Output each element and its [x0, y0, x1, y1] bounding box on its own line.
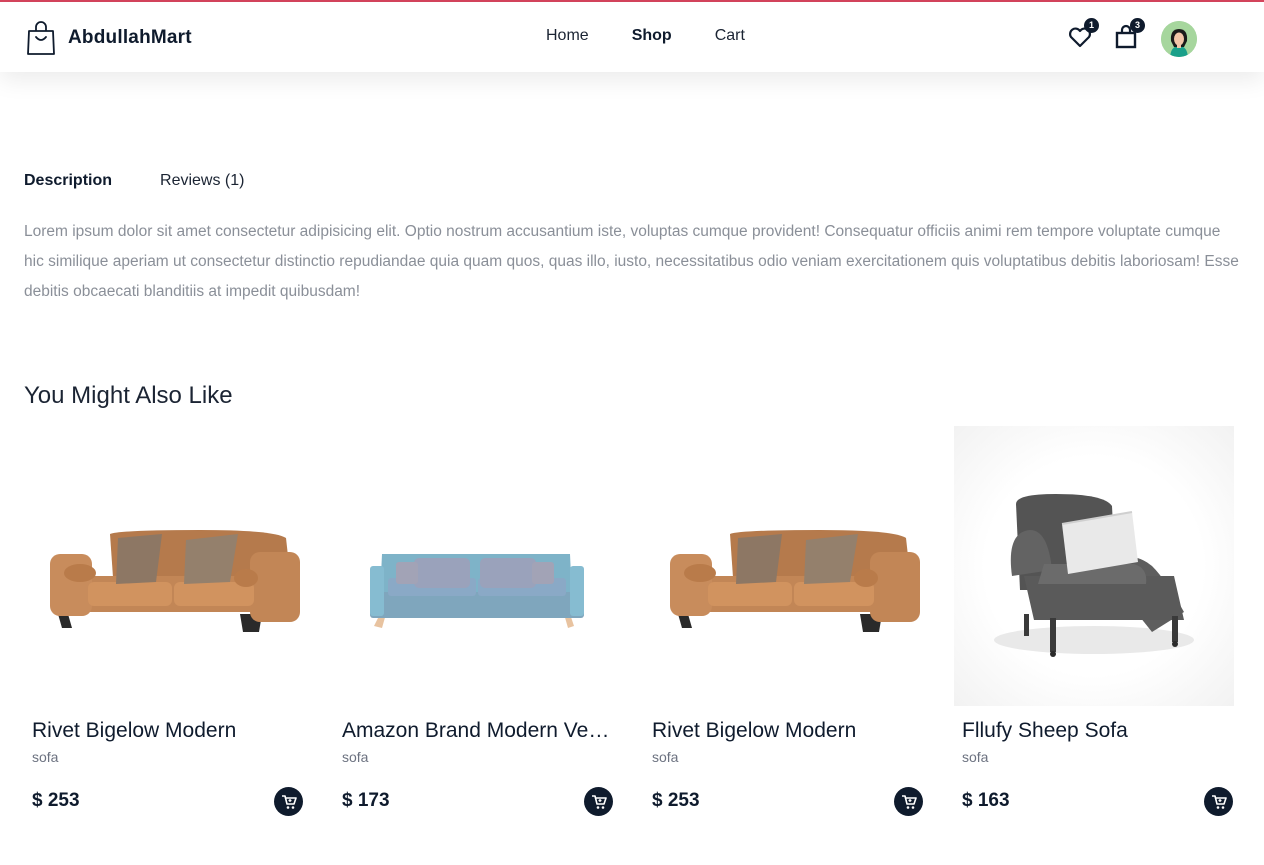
cart-plus-icon: [901, 794, 917, 809]
brown-leather-sofa-image: [50, 530, 300, 632]
brand-name: AbdullahMart: [68, 27, 192, 48]
product-card: Rivet Bigelow Modern sofa $ 253: [644, 426, 934, 836]
product-image[interactable]: [24, 426, 304, 706]
cart-plus-icon: [591, 794, 607, 809]
product-name[interactable]: Rivet Bigelow Modern: [32, 719, 302, 743]
product-card: Rivet Bigelow Modern sofa $ 253: [24, 426, 314, 836]
product-image[interactable]: [954, 426, 1234, 706]
product-price: $ 173: [342, 790, 390, 811]
blue-fabric-sofa-image: [370, 554, 584, 628]
product-tabs: Description Reviews (1): [24, 172, 292, 190]
product-card: Fllufy Sheep Sofa sofa $ 163: [954, 426, 1244, 836]
product-name[interactable]: Fllufy Sheep Sofa: [962, 719, 1232, 743]
product-category: sofa: [342, 749, 369, 765]
product-category: sofa: [652, 749, 679, 765]
cart-plus-icon: [281, 794, 297, 809]
product-card: Amazon Brand Modern Velvet Sofa sofa $ 1…: [334, 426, 624, 836]
cart-button[interactable]: 3: [1113, 18, 1145, 50]
tab-reviews[interactable]: Reviews (1): [160, 172, 244, 190]
add-to-cart-button[interactable]: [584, 787, 613, 816]
brand[interactable]: AbdullahMart: [26, 20, 192, 56]
product-price: $ 253: [652, 790, 700, 811]
wishlist-count-badge: 1: [1084, 18, 1099, 33]
site-header: AbdullahMart Home Shop Cart 1 3: [0, 2, 1264, 72]
wishlist-button[interactable]: 1: [1067, 18, 1099, 50]
tab-description[interactable]: Description: [24, 172, 112, 190]
product-image[interactable]: [644, 426, 924, 706]
product-category: sofa: [962, 749, 989, 765]
product-category: sofa: [32, 749, 59, 765]
cart-count-badge: 3: [1130, 18, 1145, 33]
nav-home[interactable]: Home: [546, 27, 589, 45]
nav-cart[interactable]: Cart: [715, 27, 745, 45]
brown-leather-sofa-image: [670, 530, 920, 632]
user-avatar[interactable]: [1161, 21, 1197, 57]
product-price: $ 253: [32, 790, 80, 811]
add-to-cart-button[interactable]: [894, 787, 923, 816]
product-image[interactable]: [334, 426, 614, 706]
related-products-title: You Might Also Like: [24, 382, 233, 409]
grey-armchair-image: [994, 494, 1194, 657]
product-price: $ 163: [962, 790, 1010, 811]
avatar-icon: [1161, 21, 1197, 57]
main-nav: Home Shop Cart: [546, 27, 788, 45]
product-name[interactable]: Amazon Brand Modern Velvet Sofa: [342, 719, 612, 743]
cart-plus-icon: [1211, 794, 1227, 809]
nav-shop[interactable]: Shop: [632, 27, 672, 45]
product-description: Lorem ipsum dolor sit amet consectetur a…: [24, 223, 1239, 300]
shopping-bag-icon: [27, 21, 55, 55]
product-name[interactable]: Rivet Bigelow Modern: [652, 719, 922, 743]
add-to-cart-button[interactable]: [1204, 787, 1233, 816]
add-to-cart-button[interactable]: [274, 787, 303, 816]
